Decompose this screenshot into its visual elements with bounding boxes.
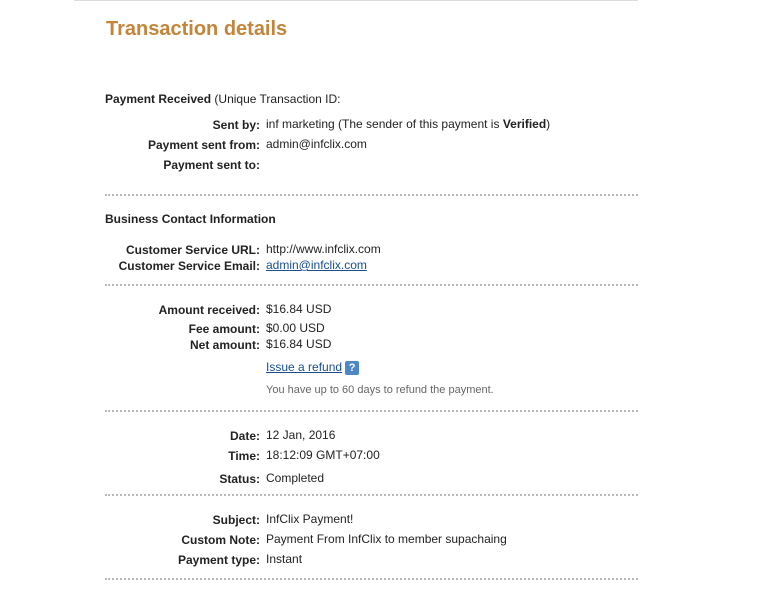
net-amount-value: $16.84 USD — [266, 337, 332, 351]
top-border — [74, 0, 638, 1]
date-value: 12 Jan, 2016 — [266, 428, 336, 442]
sent-by-value-line: inf marketing (The sender of this paymen… — [266, 117, 550, 131]
fee-amount-label: Fee amount: — [188, 322, 260, 336]
payment-received-heading: Payment Received — [105, 92, 212, 106]
refund-note: You have up to 60 days to refund the pay… — [266, 384, 494, 396]
transaction-id-label: (Unique Transaction ID: — [214, 92, 341, 106]
divider — [105, 284, 638, 286]
divider — [105, 410, 638, 412]
sent-by-value: inf marketing — [266, 117, 335, 131]
sender-note-prefix: (The sender of this payment is — [338, 117, 500, 131]
customer-service-url-label: Customer Service URL: — [125, 243, 260, 257]
sender-verified-status: Verified — [502, 117, 547, 131]
status-label: Status: — [219, 472, 260, 486]
customer-service-email-label: Customer Service Email: — [118, 259, 260, 273]
fee-amount-value: $0.00 USD — [266, 321, 325, 335]
business-contact-heading: Business Contact Information — [105, 212, 276, 226]
divider — [105, 194, 638, 196]
subject-value: InfClix Payment! — [266, 512, 354, 526]
refund-line: Issue a refund? — [266, 360, 360, 375]
time-label: Time: — [228, 449, 260, 463]
issue-refund-link[interactable]: Issue a refund — [266, 360, 342, 374]
time-value: 18:12:09 GMT+07:00 — [266, 448, 380, 462]
subject-label: Subject: — [212, 513, 260, 527]
sender-note-suffix: ) — [546, 117, 551, 131]
custom-note-label: Custom Note: — [181, 533, 260, 547]
payment-heading-line: Payment Received (Unique Transaction ID: — [105, 92, 340, 106]
sent-to-label: Payment sent to: — [163, 158, 260, 172]
custom-note-value: Payment From InfClix to member supachain… — [266, 532, 507, 546]
amount-received-value: $16.84 USD — [266, 302, 332, 316]
payment-type-label: Payment type: — [177, 553, 260, 567]
amount-received-label: Amount received: — [158, 303, 260, 317]
customer-service-email-link[interactable]: admin@infclix.com — [266, 258, 367, 272]
help-icon[interactable]: ? — [345, 360, 360, 375]
date-label: Date: — [229, 429, 260, 443]
net-amount-label: Net amount: — [190, 338, 260, 352]
divider — [105, 494, 638, 496]
sent-by-label: Sent by: — [212, 118, 260, 132]
sent-from-value: admin@infclix.com — [266, 137, 367, 151]
page-title: Transaction details — [106, 18, 288, 40]
status-value: Completed — [266, 471, 325, 485]
customer-service-url-value: http://www.infclix.com — [266, 242, 381, 256]
payment-type-value: Instant — [266, 552, 303, 566]
transaction-details-panel: Transaction details Payment Received (Un… — [0, 0, 638, 614]
divider — [105, 578, 638, 580]
sent-from-label: Payment sent from: — [147, 138, 260, 152]
